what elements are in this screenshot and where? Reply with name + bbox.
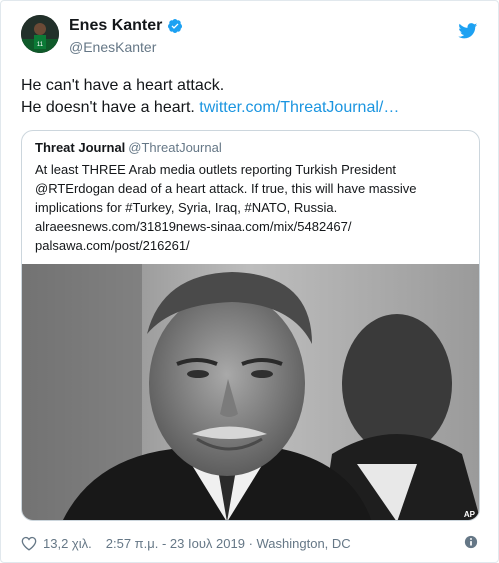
quoted-tweet-card[interactable]: Threat Journal @ThreatJournal At least TH… xyxy=(21,130,480,521)
author-display-name[interactable]: Enes Kanter xyxy=(69,17,162,35)
svg-text:11: 11 xyxy=(37,42,44,48)
quoted-photo[interactable]: AP xyxy=(22,264,479,520)
quoted-author-handle[interactable]: @ThreatJournal xyxy=(128,140,221,155)
tweet-meta-row: 13,2 χιλ. 2:57 π.μ. - 23 Ιουλ 2019 · Was… xyxy=(21,533,480,553)
quoted-tweet-header: Threat Journal @ThreatJournal xyxy=(35,140,222,155)
verified-badge-icon xyxy=(168,19,183,33)
tweet-link[interactable]: twitter.com/ThreatJournal/… xyxy=(199,99,399,116)
quoted-line: palsawa.com/post/216261/ xyxy=(35,238,190,253)
quoted-line: implications for #Turkey, Syria, Iraq, #… xyxy=(35,200,338,215)
tweet-text: He can't have a heart attack. He doesn't… xyxy=(21,75,399,119)
quoted-line: alraeesnews.com/31819news-sinaa.com/mix/… xyxy=(35,219,352,234)
tweet-line-2-text: He doesn't have a heart. xyxy=(21,99,200,116)
quoted-line: At least THREE Arab media outlets report… xyxy=(35,162,397,177)
info-icon[interactable] xyxy=(464,535,478,549)
quoted-line: @RTErdogan dead of a heart attack. If tr… xyxy=(35,181,417,196)
tweet-line-2: He doesn't have a heart. twitter.com/Thr… xyxy=(21,97,399,119)
tweet-card: 11 Enes Kanter @EnesKanter He can't have… xyxy=(0,0,499,563)
photo-credit: AP xyxy=(463,510,475,519)
tweet-timestamp[interactable]: 2:57 π.μ. - 23 Ιουλ 2019 · Washington, D… xyxy=(106,536,351,551)
avatar[interactable]: 11 xyxy=(21,15,59,53)
author-handle[interactable]: @EnesKanter xyxy=(69,39,156,55)
like-count[interactable]: 13,2 χιλ. xyxy=(43,536,92,551)
heart-icon[interactable] xyxy=(21,536,37,551)
quoted-author-name[interactable]: Threat Journal xyxy=(35,140,125,155)
twitter-bird-icon[interactable] xyxy=(458,23,478,39)
quoted-tweet-text: At least THREE Arab media outlets report… xyxy=(35,160,470,255)
tweet-line-1: He can't have a heart attack. xyxy=(21,77,225,94)
author-name-row[interactable]: Enes Kanter xyxy=(69,17,183,35)
